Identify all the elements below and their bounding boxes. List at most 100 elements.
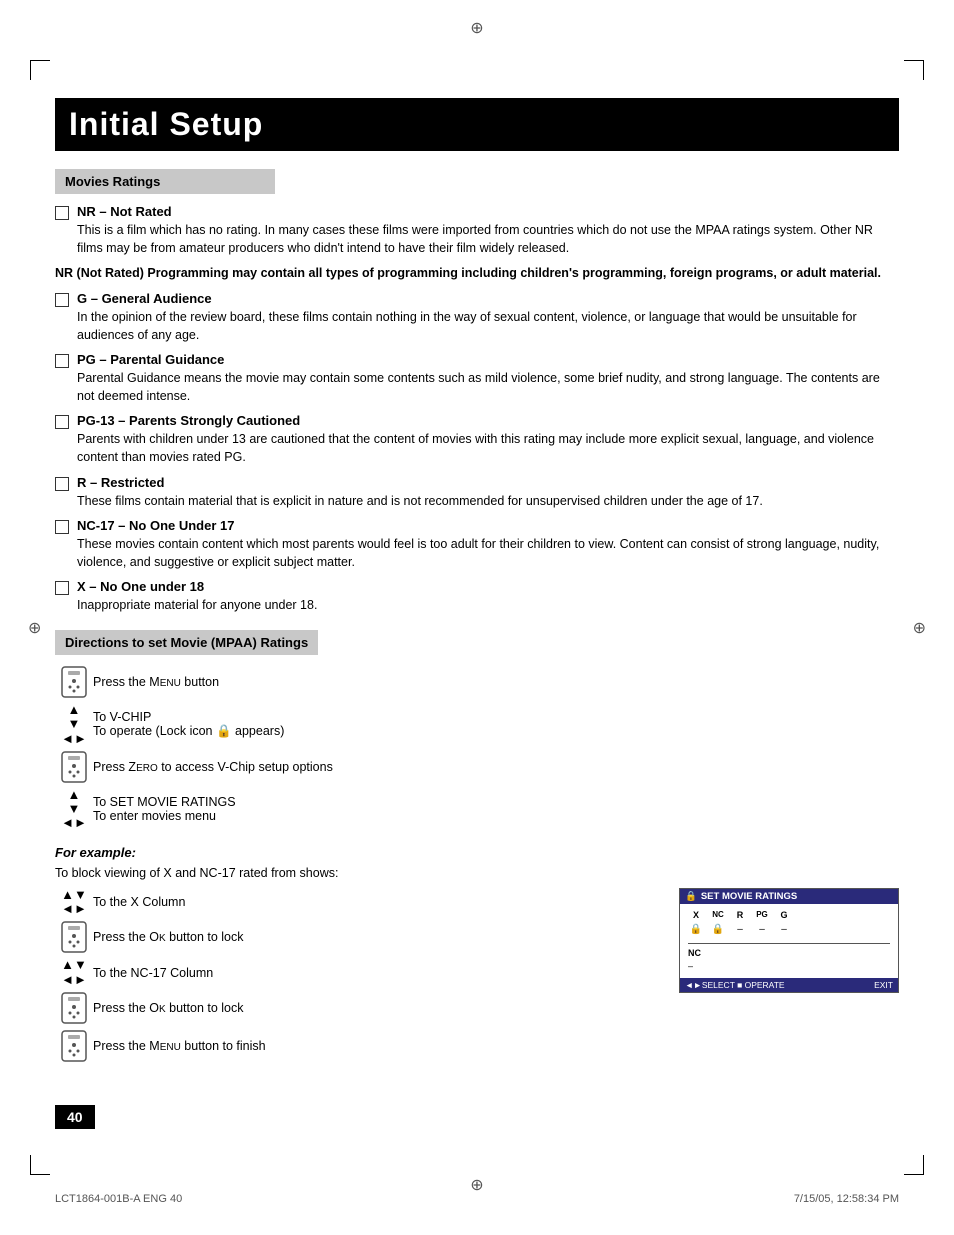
tv-dash-pg: – xyxy=(754,924,770,935)
remote-icon-ex5 xyxy=(60,1029,88,1063)
rating-row-nc17: NC-17 – No One Under 17 xyxy=(55,518,899,534)
rating-desc-pg: Parental Guidance means the movie may co… xyxy=(77,369,899,405)
rating-item-pg13: PG-13 – Parents Strongly Cautioned Paren… xyxy=(55,413,899,466)
nr-notice: NR (Not Rated) Programming may contain a… xyxy=(55,265,899,283)
corner-tr xyxy=(904,60,924,80)
tv-nc-label: NC xyxy=(688,948,701,958)
ud-arrows-ex1: ▲▼ xyxy=(61,888,87,902)
checkbox-pg13 xyxy=(55,415,69,429)
ex-step-1: ▲▼ ◄► To the X Column xyxy=(55,888,659,917)
ex-icon-cell-2 xyxy=(55,920,93,954)
tv-lock-row: 🔒 🔒 – – – xyxy=(688,924,890,935)
checkbox-x xyxy=(55,581,69,595)
ex-step-4-text: Press the OK button to lock xyxy=(93,1001,659,1015)
rating-title-nc17: NC-17 – No One Under 17 xyxy=(77,518,235,533)
rating-row-nr: NR – Not Rated xyxy=(55,204,899,220)
up-down-arrows-icon-2: ▲▼ xyxy=(68,788,81,817)
rating-title-g: G – General Audience xyxy=(77,291,212,306)
tv-content: X NC R PG G 🔒 🔒 – – xyxy=(680,904,898,978)
ex-icon-cell-1: ▲▼ ◄► xyxy=(55,888,93,917)
page-number: 40 xyxy=(55,1105,95,1129)
dir-step-2-line2: To operate (Lock icon 🔒 appears) xyxy=(93,724,899,739)
tv-dash-g: – xyxy=(776,924,792,935)
page-title: Initial Setup xyxy=(69,106,885,143)
tv-bottom-right: EXIT xyxy=(874,980,893,990)
dir-step-2-text: To V-CHIP To operate (Lock icon 🔒 appear… xyxy=(93,710,899,739)
footer-right: 7/15/05, 12:58:34 PM xyxy=(794,1193,899,1205)
rating-item-nc17: NC-17 – No One Under 17 These movies con… xyxy=(55,518,899,571)
tv-dash-bottom: – xyxy=(688,961,693,971)
rating-row-pg: PG – Parental Guidance xyxy=(55,352,899,368)
corner-br xyxy=(904,1155,924,1175)
main-content: Initial Setup Movies Ratings NR – Not Ra… xyxy=(55,43,899,1129)
dir-step-4-line2: To enter movies menu xyxy=(93,809,899,823)
rating-title-pg: PG – Parental Guidance xyxy=(77,352,224,367)
tv-rating-g: G xyxy=(776,910,792,920)
tv-ratings-grid: X NC R PG G xyxy=(688,910,890,920)
dir-step-3-text: Press ZERO to access V-Chip setup option… xyxy=(93,760,899,774)
rating-desc-x: Inappropriate material for anyone under … xyxy=(77,596,899,614)
tv-divider xyxy=(688,943,890,944)
directions-header: Directions to set Movie (MPAA) Ratings xyxy=(55,630,318,655)
lock-title-icon: 🔒 xyxy=(685,891,697,902)
ex-step-3-text: To the NC-17 Column xyxy=(93,966,659,980)
page-container: ⊕ ⊕ ⊕ Initial Setup Movies Ratings NR – … xyxy=(0,0,954,1235)
side-crosshair-right: ⊕ xyxy=(913,618,926,638)
rating-item-r: R – Restricted These films contain mater… xyxy=(55,475,899,510)
crosshair-top-icon: ⊕ xyxy=(470,18,483,38)
remote-icon-ex2 xyxy=(60,920,88,954)
for-example-section: For example: To block viewing of X and N… xyxy=(55,845,899,1067)
corner-tl xyxy=(30,60,50,80)
rating-title-r: R – Restricted xyxy=(77,475,164,490)
dir-step-4-line1: To SET MOVIE RATINGS xyxy=(93,795,899,809)
rating-desc-nc17: These movies contain content which most … xyxy=(77,535,899,571)
top-registration: ⊕ xyxy=(0,0,954,43)
tv-rating-r: R xyxy=(732,910,748,920)
rating-title-pg13: PG-13 – Parents Strongly Cautioned xyxy=(77,413,300,428)
corner-bl xyxy=(30,1155,50,1175)
rating-title-x: X – No One under 18 xyxy=(77,579,204,594)
rating-desc-nr: This is a film which has no rating. In m… xyxy=(77,221,899,257)
dir-step-3: Press ZERO to access V-Chip setup option… xyxy=(55,750,899,784)
rating-row-g: G – General Audience xyxy=(55,291,899,307)
rating-item-nr: NR – Not Rated This is a film which has … xyxy=(55,204,899,257)
ex-step-5: Press the MENU button to finish xyxy=(55,1029,659,1063)
tv-rating-nc: NC xyxy=(710,910,726,919)
checkbox-g xyxy=(55,293,69,307)
rating-item-pg: PG – Parental Guidance Parental Guidance… xyxy=(55,352,899,405)
rating-row-pg13: PG-13 – Parents Strongly Cautioned xyxy=(55,413,899,429)
for-example-title: For example: xyxy=(55,845,899,860)
icon-cell-3 xyxy=(55,750,93,784)
rating-item-x: X – No One under 18 Inappropriate materi… xyxy=(55,579,899,614)
dir-step-1: Press the MENU button xyxy=(55,665,899,699)
checkbox-nc17 xyxy=(55,520,69,534)
crosshair-left-icon: ⊕ xyxy=(28,618,41,638)
ex-step-3: ▲▼ ◄► To the NC-17 Column xyxy=(55,958,659,987)
ex-step-5-text: Press the MENU button to finish xyxy=(93,1039,659,1053)
tv-bottom-left: ◄►SELECT ■ OPERATE xyxy=(685,980,785,990)
icon-cell-4: ▲▼ ◄► xyxy=(55,788,93,831)
bottom-footer: LCT1864-001B-A ENG 40 7/15/05, 12:58:34 … xyxy=(55,1193,899,1205)
rating-item-g: G – General Audience In the opinion of t… xyxy=(55,291,899,344)
side-crosshair-left: ⊕ xyxy=(28,618,41,638)
checkbox-nr xyxy=(55,206,69,220)
tv-lock-nc: 🔒 xyxy=(710,924,726,935)
movies-ratings-header: Movies Ratings xyxy=(55,169,275,194)
tv-rating-x: X xyxy=(688,910,704,920)
ex-step-2-text: Press the OK button to lock xyxy=(93,930,659,944)
tv-bottom-bar: ◄►SELECT ■ OPERATE EXIT xyxy=(680,978,898,992)
tv-screen-mockup: 🔒 SET MOVIE RATINGS X NC R PG G xyxy=(679,888,899,993)
ud-arrows-ex3: ▲▼ xyxy=(61,958,87,972)
crosshair-bottom-icon: ⊕ xyxy=(470,1175,483,1195)
footer-left: LCT1864-001B-A ENG 40 xyxy=(55,1193,182,1205)
tv-rating-pg: PG xyxy=(754,910,770,919)
icon-cell-1 xyxy=(55,665,93,699)
example-steps: ▲▼ ◄► To the X Column xyxy=(55,888,659,1067)
lr-arrows-ex1: ◄► xyxy=(61,902,87,916)
dir-step-2-line1: To V-CHIP xyxy=(93,710,899,724)
ex-icon-cell-5 xyxy=(55,1029,93,1063)
directions-section: Directions to set Movie (MPAA) Ratings P… xyxy=(55,630,899,1067)
left-right-arrows-icon-2: ◄► xyxy=(61,816,87,830)
dir-step-1-text: Press the MENU button xyxy=(93,675,899,689)
remote-icon-3 xyxy=(60,750,88,784)
